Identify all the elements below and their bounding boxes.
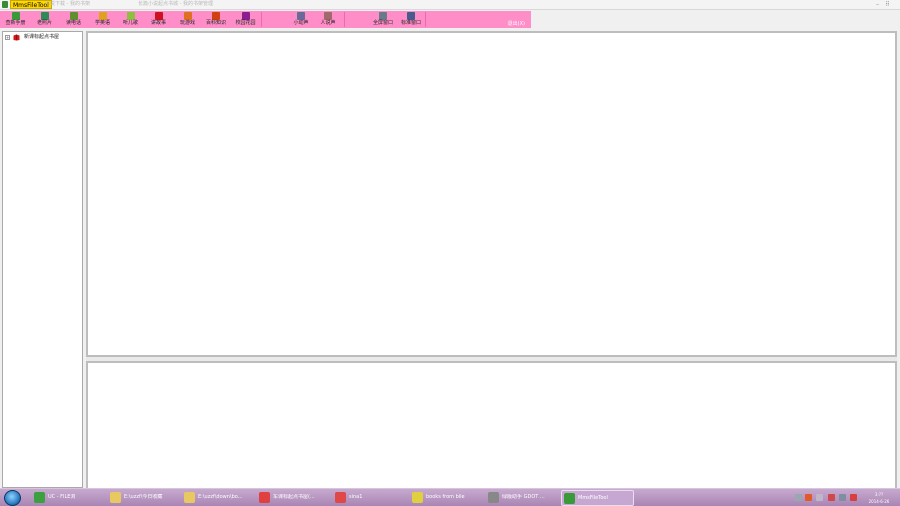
toolbar: 查新手册 老照片 读电话 学英语 听儿歌 讲故事 玩游戏 百科知识 校园花园 小动声 人说声 全屏窗口…: [0, 11, 531, 28]
taskbar-button[interactable]: books from bile: [410, 490, 483, 506]
toolbar-button-label: 玩游戏: [179, 20, 195, 26]
tray-keyboard-icon[interactable]: [816, 494, 823, 501]
background-window-title: 小说下载 - 我的书架: [45, 1, 90, 7]
toolbar-button-label: 听儿歌: [122, 20, 138, 26]
toolbar-button-label: 校园花园: [235, 20, 256, 26]
encyclopedia-icon: [212, 12, 220, 20]
exit-link[interactable]: 退出(X): [508, 20, 525, 27]
chrome-icon: [259, 492, 270, 503]
toolbar-separator: [344, 12, 345, 27]
toolbar-button-label: 全屏窗口: [372, 20, 393, 26]
taskbar-button[interactable]: MmsFileTool: [561, 490, 634, 506]
tray-app-icon[interactable]: [805, 494, 812, 501]
fullscreen-icon: [379, 12, 387, 20]
tree-panel[interactable]: + 新课标起点书屋: [2, 31, 83, 488]
clock-time: 3:??: [874, 492, 884, 497]
taskbar-button[interactable]: 绿版助手 GDOT ...: [486, 490, 559, 506]
garden-icon: [241, 12, 250, 20]
book-red-icon: [13, 34, 20, 41]
english-icon: [98, 12, 107, 20]
voice-icon: [324, 12, 332, 20]
content-pane-top[interactable]: [86, 31, 897, 357]
story-icon: [154, 12, 163, 20]
app-icon: [564, 493, 575, 504]
toolbar-button-label: 老照片: [36, 20, 52, 26]
taskbar-button-label: sina1: [349, 494, 363, 500]
toolbar-button[interactable]: 标准窗口: [398, 11, 424, 28]
app-window: MmsFileTool 小说下载 - 我的书架 长篇小说起点书城 - 我的书架管…: [0, 0, 900, 488]
toolbar-button[interactable]: 读电话: [61, 11, 86, 28]
taskbar-button-label: books from bile: [426, 494, 465, 500]
toolbar-button[interactable]: 讲故事: [146, 11, 171, 28]
music-icon: [126, 12, 135, 20]
red-circle-icon: [335, 492, 346, 503]
grip-icon[interactable]: ⠿: [884, 1, 891, 8]
toolbar-button-label: 小动声: [293, 20, 309, 26]
tree-expand-icon[interactable]: +: [5, 35, 10, 40]
toolbar-button[interactable]: 听儿歌: [119, 11, 142, 28]
toolbar-button[interactable]: 小动声: [290, 11, 312, 28]
tray-volume-icon[interactable]: [850, 494, 857, 501]
browser-icon: [34, 492, 45, 503]
photo-icon: [40, 12, 49, 20]
yellow-app-icon: [412, 492, 423, 503]
tray-security-icon[interactable]: [828, 494, 835, 501]
toolbar-button-label: 读电话: [65, 20, 81, 26]
start-button[interactable]: [4, 490, 21, 506]
taskbar-button[interactable]: E:\uzzf\down\bo...: [182, 490, 255, 506]
animal-icon: [297, 12, 305, 20]
toolbar-button[interactable]: 查新手册: [3, 11, 28, 28]
minimize-icon[interactable]: –: [874, 1, 881, 8]
toolbar-button[interactable]: 玩游戏: [175, 11, 200, 28]
background-window-title: 长篇小说起点书城 - 我的书架管理: [138, 1, 213, 7]
content-pane-bottom[interactable]: [86, 361, 897, 488]
folder-icon: [184, 492, 195, 503]
taskbar-button-label: 绿版助手 GDOT ...: [502, 494, 545, 500]
taskbar-button[interactable]: E:\uzzf\今日收藏: [108, 490, 181, 506]
toolbar-button[interactable]: 学英语: [90, 11, 115, 28]
toolbar-button[interactable]: 全屏窗口: [371, 11, 395, 28]
toolbar-button-label: 学英语: [94, 20, 110, 26]
toolbar-button[interactable]: 百科知识: [203, 11, 229, 28]
taskbar-button[interactable]: sina1: [333, 490, 406, 506]
game-icon: [183, 12, 192, 20]
clock[interactable]: 3:?? 2014-6-26: [862, 491, 896, 505]
clock-date: 2014-6-26: [868, 499, 890, 504]
toolbar-button[interactable]: 校园花园: [232, 11, 259, 28]
tray-network-icon[interactable]: [839, 494, 846, 501]
toolbar-button[interactable]: 老照片: [32, 11, 57, 28]
taskbar-button-label: UC - FILE浏: [48, 494, 76, 500]
folder-icon: [110, 492, 121, 503]
inkscape-icon: [488, 492, 499, 503]
taskbar-button[interactable]: 车课标起点书屋(...: [257, 490, 330, 506]
toolbar-separator: [261, 12, 262, 27]
toolbar-button-label: 标准窗口: [400, 20, 421, 26]
window-icon: [407, 12, 415, 20]
toolbar-button[interactable]: 人说声: [317, 11, 339, 28]
toolbar-button-label: 查新手册: [5, 20, 26, 26]
taskbar-button-label: 车课标起点书屋(...: [273, 494, 315, 500]
toolbar-button-label: 讲故事: [150, 20, 166, 26]
taskbar-button-label: MmsFileTool: [578, 495, 608, 501]
taskbar-button[interactable]: UC - FILE浏: [32, 490, 105, 506]
toolbar-button-label: 人说声: [320, 20, 336, 26]
phone-icon: [69, 12, 78, 20]
taskbar: 3:?? 2014-6-26 UC - FILE浏 E:\uzzf\今日收藏 E:\…: [0, 488, 900, 506]
tree-root-label: 新课标起点书屋: [24, 34, 60, 40]
taskbar-button-label: E:\uzzf\今日收藏: [124, 494, 163, 500]
toolbar-button-label: 百科知识: [205, 20, 226, 26]
book-icon: [11, 12, 20, 20]
tray-arrow-icon[interactable]: [795, 494, 802, 501]
app-icon: [2, 1, 8, 8]
title-bar[interactable]: MmsFileTool 小说下载 - 我的书架 长篇小说起点书城 - 我的书架管…: [0, 0, 900, 10]
taskbar-button-label: E:\uzzf\down\bo...: [198, 494, 243, 500]
toolbar-separator: [425, 12, 426, 27]
